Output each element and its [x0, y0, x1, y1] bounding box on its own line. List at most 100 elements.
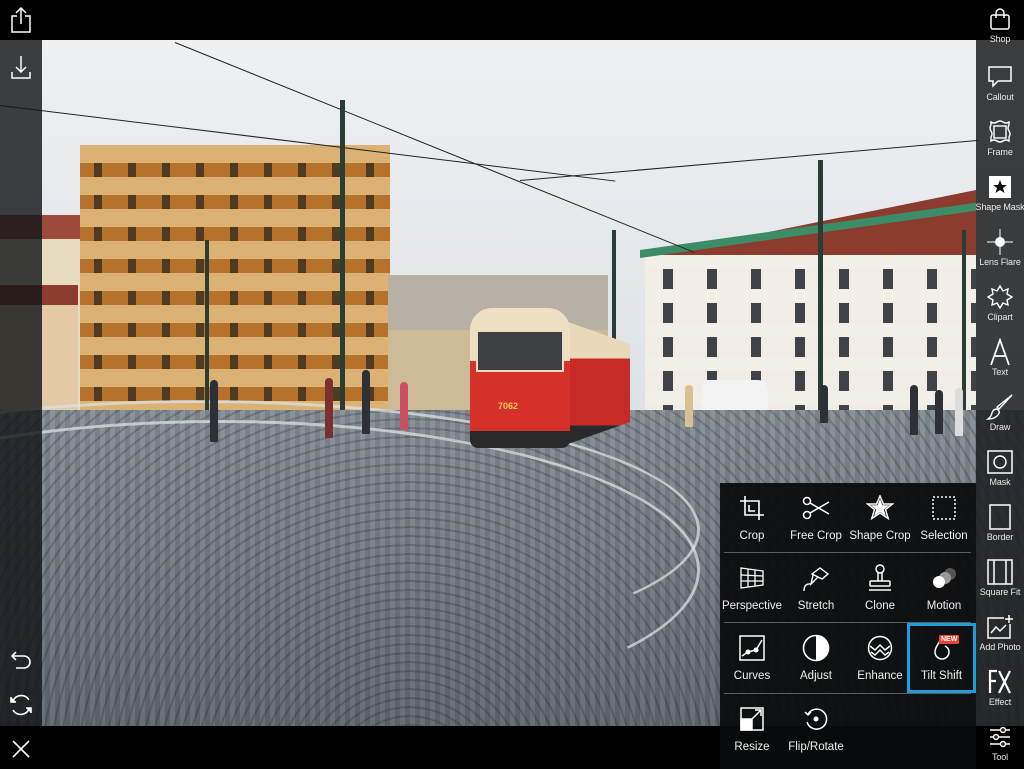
toolbar-item-shape-mask[interactable]: Shape Mask: [975, 168, 1024, 222]
curves-icon: [737, 633, 767, 663]
redo-icon: [8, 692, 34, 718]
share-icon: [9, 6, 33, 34]
toolbar-item-square-fit[interactable]: Square Fit: [976, 553, 1024, 607]
tool-label: Tilt Shift: [920, 670, 963, 682]
photo-tram-front: 7062: [470, 308, 570, 448]
close-button[interactable]: [6, 734, 36, 764]
tool-label: Free Crop: [790, 530, 842, 542]
photo-white-van: [702, 380, 768, 410]
border-icon: [986, 503, 1014, 531]
toolbar-item-draw[interactable]: Draw: [976, 388, 1024, 442]
selection-icon: [929, 493, 959, 523]
tool-shape-crop[interactable]: Shape Crop: [848, 483, 912, 553]
toolbar-item-label: Lens Flare: [979, 257, 1021, 267]
callout-icon: [986, 63, 1014, 91]
toolbar-item-shop[interactable]: Shop: [976, 0, 1024, 54]
toolbar-item-lens-flare[interactable]: Lens Flare: [976, 223, 1024, 277]
clipart-icon: [986, 283, 1014, 311]
lens-flare-icon: [986, 228, 1014, 256]
toolbar-item-label: Callout: [986, 92, 1014, 102]
toolbar-item-clipart[interactable]: Clipart: [976, 278, 1024, 332]
tool-tilt-shift[interactable]: NEW Tilt Shift: [907, 623, 976, 693]
photo-tram-number: 7062: [498, 401, 519, 411]
tool-motion[interactable]: Motion: [912, 553, 976, 623]
tool-crop[interactable]: Crop: [720, 483, 784, 553]
tool-enhance[interactable]: Enhance: [848, 623, 912, 693]
close-icon: [10, 738, 32, 760]
photo-lamp-pole: [818, 160, 823, 410]
photo-tram-window: [476, 330, 564, 372]
save-button[interactable]: [6, 52, 36, 82]
shop-bag-icon: [986, 5, 1014, 33]
toolbar-item-border[interactable]: Border: [976, 498, 1024, 552]
tool-label: Perspective: [721, 600, 783, 612]
toolbar-item-effect[interactable]: Effect: [976, 663, 1024, 717]
photo-lamp-pole: [962, 230, 966, 410]
toolbar-item-label: Clipart: [987, 312, 1013, 322]
frame-icon: [986, 118, 1014, 146]
redo-button[interactable]: [6, 690, 36, 720]
tool-label: Motion: [926, 600, 962, 612]
scissors-icon: [801, 493, 831, 523]
tool-label: Clone: [864, 600, 896, 612]
toolbar-item-mask[interactable]: Mask: [976, 443, 1024, 497]
undo-button[interactable]: [6, 646, 36, 676]
motion-icon: [929, 563, 959, 593]
sliders-icon: [986, 723, 1014, 751]
star-icon: [865, 493, 895, 523]
toolbar-item-add-photo[interactable]: Add Photo: [976, 608, 1024, 662]
stretch-icon: [801, 563, 831, 593]
rotate-icon: [801, 704, 831, 734]
download-icon: [9, 54, 33, 80]
tool-selection[interactable]: Selection: [912, 483, 976, 553]
tool-resize[interactable]: Resize: [720, 694, 784, 764]
toolbar-item-label: Shape Mask: [975, 202, 1024, 212]
toolbar-item-label: Square Fit: [979, 587, 1021, 597]
tool-curves[interactable]: Curves: [720, 623, 784, 693]
tool-flip-rotate[interactable]: Flip/Rotate: [784, 694, 848, 764]
shape-mask-icon: [986, 173, 1014, 201]
square-fit-icon: [986, 558, 1014, 586]
photo-person: [362, 370, 370, 434]
toolbar-item-label: Draw: [989, 422, 1011, 432]
tool-label: Enhance: [857, 670, 903, 682]
tool-label: Resize: [734, 741, 770, 753]
perspective-grid-icon: [737, 563, 767, 593]
tool-label: Selection: [920, 530, 968, 542]
tool-label: Shape Crop: [849, 530, 911, 542]
toolbar-item-callout[interactable]: Callout: [976, 58, 1024, 112]
tool-label: Adjust: [800, 670, 832, 682]
photo-person: [210, 380, 218, 442]
toolbar-item-text[interactable]: Text: [976, 333, 1024, 387]
photo-person: [685, 385, 693, 427]
photo-tram-side: [568, 322, 630, 444]
tool-free-crop[interactable]: Free Crop: [784, 483, 848, 553]
photo-person: [820, 385, 828, 423]
top-bar: [0, 0, 1024, 40]
toolbar-item-label: Border: [986, 532, 1014, 542]
resize-icon: [737, 704, 767, 734]
toolbar-item-tool[interactable]: Tool: [976, 718, 1024, 769]
share-button[interactable]: [6, 5, 36, 35]
mask-icon: [986, 448, 1014, 476]
toolbar-item-label: Frame: [987, 147, 1013, 157]
tool-adjust[interactable]: Adjust: [784, 623, 848, 693]
toolbar-item-label: Shop: [989, 34, 1011, 44]
text-icon: [986, 338, 1014, 366]
toolbar-item-label: Mask: [989, 477, 1011, 487]
tool-clone[interactable]: Clone: [848, 553, 912, 623]
photo-lamp-pole: [205, 240, 209, 410]
tool-stretch[interactable]: Stretch: [784, 553, 848, 623]
toolbar-item-frame[interactable]: Frame: [976, 113, 1024, 167]
crop-icon: [737, 493, 767, 523]
new-badge: NEW: [939, 635, 960, 644]
toolbar-item-label: Text: [991, 367, 1009, 377]
add-photo-icon: [986, 613, 1014, 641]
toolbar-item-label: Tool: [991, 752, 1009, 762]
photo-lamp-pole: [340, 100, 345, 410]
stamp-icon: [865, 563, 895, 593]
photo-person: [910, 385, 918, 435]
contrast-icon: [801, 633, 831, 663]
tool-perspective[interactable]: Perspective: [720, 553, 784, 623]
brush-icon: [986, 393, 1014, 421]
